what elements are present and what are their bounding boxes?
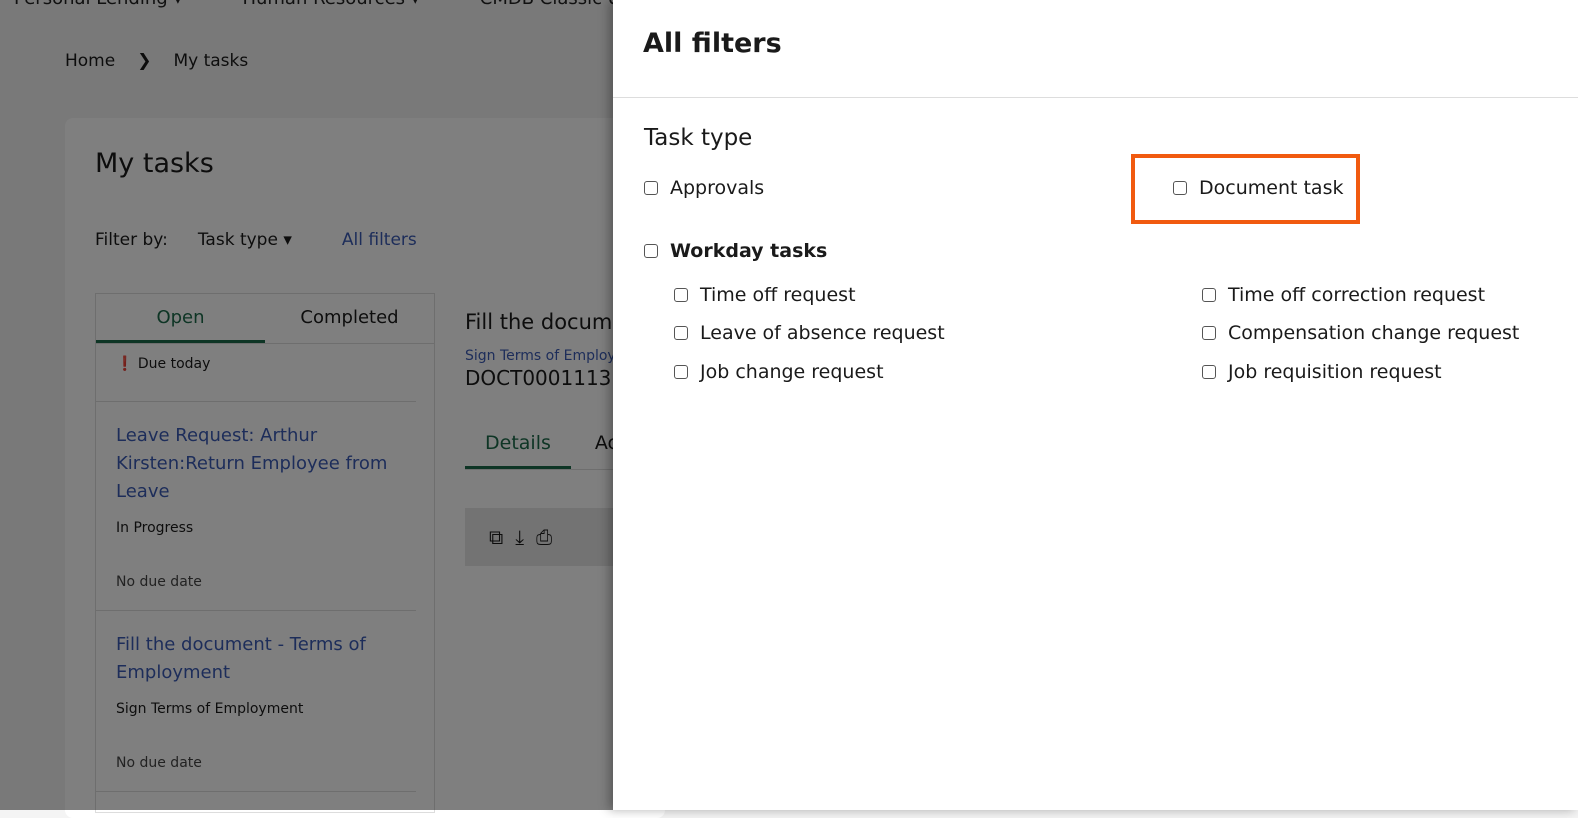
checkbox-job-requisition[interactable]: Job requisition request: [1202, 361, 1442, 383]
checkbox-icon[interactable]: [1202, 288, 1216, 302]
checkbox-time-off[interactable]: Time off request: [674, 284, 856, 306]
checkbox-icon[interactable]: [674, 365, 688, 379]
checkbox-icon[interactable]: [1202, 365, 1216, 379]
checkbox-label: Document task: [1199, 177, 1344, 199]
checkbox-label: Job requisition request: [1228, 361, 1442, 383]
checkbox-icon[interactable]: [674, 288, 688, 302]
panel-title: All filters: [613, 0, 1578, 98]
checkbox-label: Time off correction request: [1228, 284, 1486, 306]
checkbox-leave-of-absence[interactable]: Leave of absence request: [674, 322, 945, 344]
checkbox-icon[interactable]: [644, 244, 658, 258]
checkbox-label: Approvals: [670, 177, 765, 199]
checkbox-job-change[interactable]: Job change request: [674, 361, 884, 383]
checkbox-label: Job change request: [700, 361, 884, 383]
checkbox-document-task[interactable]: Document task: [1173, 177, 1343, 199]
checkbox-icon[interactable]: [1173, 181, 1187, 195]
checkbox-icon[interactable]: [1202, 326, 1216, 340]
checkbox-icon[interactable]: [674, 326, 688, 340]
all-filters-panel: All filters Task type Approvals Document…: [613, 0, 1578, 810]
checkbox-label: Time off request: [700, 284, 856, 306]
section-task-type: Task type: [644, 125, 753, 151]
checkbox-icon[interactable]: [644, 181, 658, 195]
checkbox-label: Workday tasks: [670, 240, 828, 262]
checkbox-label: Compensation change request: [1228, 322, 1520, 344]
checkbox-time-off-correction[interactable]: Time off correction request: [1202, 284, 1485, 306]
checkbox-approvals[interactable]: Approvals: [644, 177, 764, 199]
checkbox-label: Leave of absence request: [700, 322, 945, 344]
checkbox-workday-tasks[interactable]: Workday tasks: [644, 240, 827, 262]
checkbox-compensation-change[interactable]: Compensation change request: [1202, 322, 1519, 344]
